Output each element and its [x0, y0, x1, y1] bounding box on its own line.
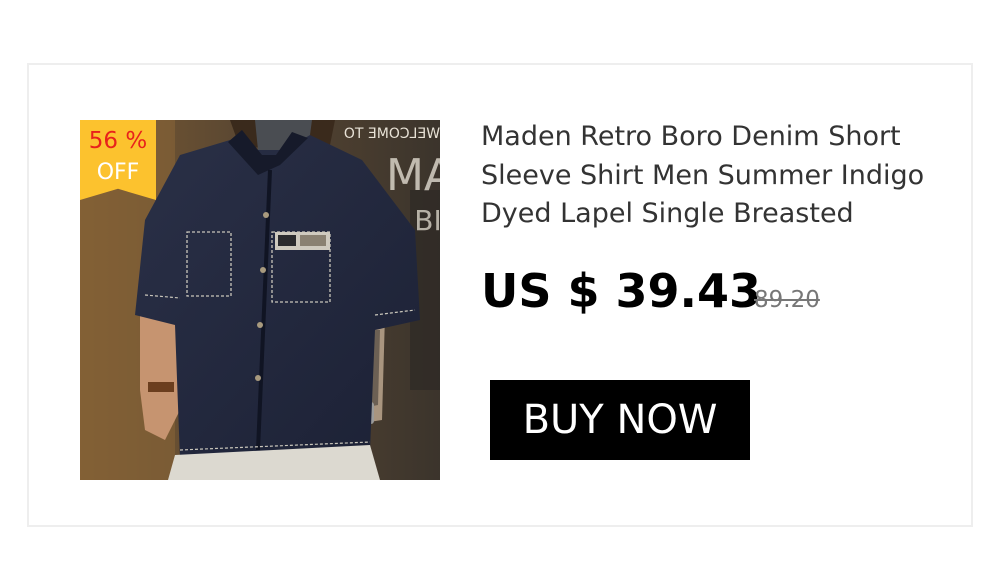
svg-text:MA: MA: [386, 150, 440, 201]
product-title[interactable]: Maden Retro Boro Denim Short Sleeve Shir…: [481, 118, 941, 234]
current-price: US $ 39.43: [481, 264, 762, 318]
svg-text:BI: BI: [414, 204, 440, 237]
original-price: 89.20: [754, 287, 820, 313]
buy-now-button[interactable]: BUY NOW: [490, 380, 750, 460]
discount-off-label: OFF: [96, 160, 140, 185]
discount-percent: 56 %: [88, 128, 148, 154]
discount-badge: 56 % OFF: [80, 120, 156, 200]
sign-text: WELCOME TO: [344, 126, 440, 142]
